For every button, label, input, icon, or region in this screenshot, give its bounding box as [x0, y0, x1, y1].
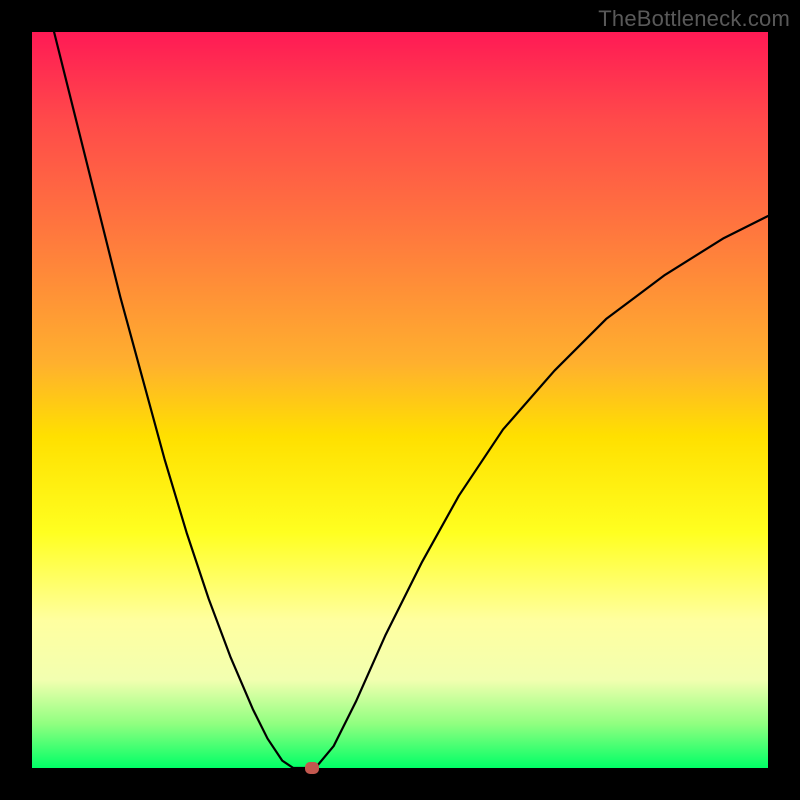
optimal-point-marker	[305, 762, 319, 774]
curve-path	[54, 32, 768, 768]
bottleneck-curve	[32, 32, 768, 768]
chart-frame: TheBottleneck.com	[0, 0, 800, 800]
watermark-text: TheBottleneck.com	[598, 6, 790, 32]
